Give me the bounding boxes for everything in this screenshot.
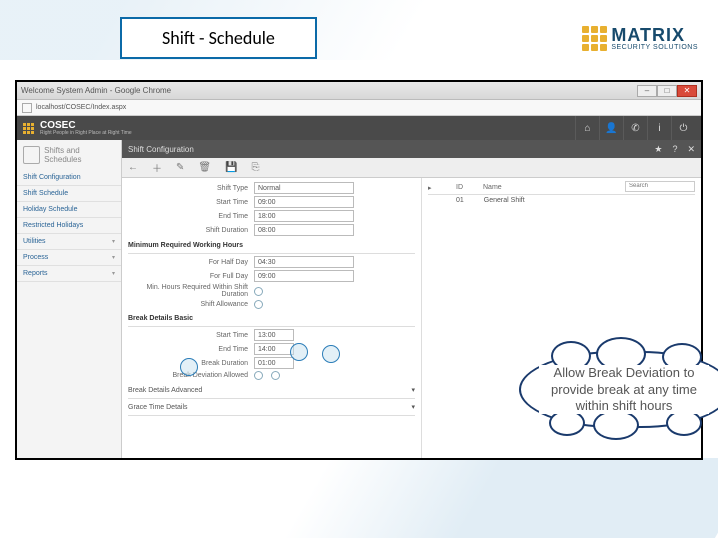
break-deviation-toggle-2[interactable] [271, 371, 280, 380]
annotation-circle-3 [180, 358, 198, 376]
shift-allowance-toggle[interactable] [254, 300, 263, 309]
sidebar-item-holiday-schedule[interactable]: Holiday Schedule [17, 202, 121, 218]
window-maximize-button[interactable]: □ [657, 85, 677, 97]
start-time-field[interactable]: 09:00 [254, 196, 354, 208]
window-close-button[interactable]: ✕ [677, 85, 697, 97]
browser-window: Welcome System Admin - Google Chrome – □… [15, 80, 703, 460]
break-duration-field[interactable]: 01:00 [254, 357, 294, 369]
annotation-circle-2 [322, 345, 340, 363]
page-icon [22, 103, 32, 113]
window-minimize-button[interactable]: – [637, 85, 657, 97]
shift-type-select[interactable]: Normal [254, 182, 354, 194]
favorite-icon[interactable]: ★ [654, 144, 662, 155]
delete-button[interactable]: 🗑 [198, 162, 211, 173]
power-button[interactable]: ⏻ [671, 116, 695, 140]
phone-button[interactable]: ✆ [623, 116, 647, 140]
min-hours-toggle[interactable] [254, 287, 263, 296]
full-day-field[interactable]: 09:00 [254, 270, 354, 282]
section-break-advanced[interactable]: Break Details Advanced▾ [128, 382, 415, 399]
sidebar-item-shift-schedule[interactable]: Shift Schedule [17, 186, 121, 202]
close-icon[interactable]: ✕ [687, 144, 695, 155]
copy-button[interactable]: ⎘ [252, 162, 260, 173]
schedule-icon [23, 146, 40, 164]
section-min-required: Minimum Required Working Hours [128, 238, 415, 254]
sidebar-item-utilities[interactable]: Utilities▾ [17, 234, 121, 250]
browser-tab-title: Welcome System Admin - Google Chrome [21, 86, 171, 95]
edit-button[interactable]: ✎ [176, 162, 184, 173]
info-button[interactable]: i [647, 116, 671, 140]
break-end-field[interactable]: 14:00 [254, 343, 294, 355]
sidebar-item-reports[interactable]: Reports▾ [17, 266, 121, 282]
sidebar: Shifts and Schedules Shift Configuration… [17, 140, 122, 458]
col-id: ID [456, 184, 463, 192]
list-search-input[interactable] [625, 181, 695, 192]
section-break-basic: Break Details Basic [128, 311, 415, 327]
list-panel: ▸ ID Name 01 General Shift Allow Break [422, 178, 701, 458]
break-start-field[interactable]: 13:00 [254, 329, 294, 341]
user-button[interactable]: 👤 [599, 116, 623, 140]
annotation-circle-1 [290, 343, 308, 361]
sidebar-item-shift-configuration[interactable]: Shift Configuration [17, 170, 121, 186]
address-bar[interactable]: localhost/COSEC/Index.aspx [36, 104, 126, 111]
list-row[interactable]: 01 General Shift [428, 195, 695, 206]
break-deviation-toggle[interactable] [254, 371, 263, 380]
home-button[interactable]: ⌂ [575, 116, 599, 140]
help-icon[interactable]: ? [672, 144, 677, 154]
sidebar-item-restricted-holidays[interactable]: Restricted Holidays [17, 218, 121, 234]
save-button[interactable]: 💾 [225, 162, 237, 173]
add-button[interactable]: ＋ [152, 160, 162, 175]
content-title: Shift Configuration [128, 145, 194, 154]
shift-duration-field[interactable]: 08:00 [254, 224, 354, 236]
end-time-field[interactable]: 18:00 [254, 210, 354, 222]
section-grace-time[interactable]: Grace Time Details▾ [128, 399, 415, 416]
app-logo [23, 123, 34, 134]
form-panel: Shift Type Normal Start Time 09:00 End T… [122, 178, 422, 458]
annotation-callout: Allow Break Deviation to provide break a… [519, 351, 718, 428]
col-name: Name [483, 184, 502, 192]
matrix-logo: MATRIX SECURITY SOLUTIONS [582, 26, 698, 51]
sidebar-item-process[interactable]: Process▾ [17, 250, 121, 266]
half-day-field[interactable]: 04:30 [254, 256, 354, 268]
back-button[interactable]: ← [128, 162, 138, 173]
page-title: Shift - Schedule [120, 17, 317, 59]
sidebar-heading: Shifts and Schedules [17, 140, 121, 170]
